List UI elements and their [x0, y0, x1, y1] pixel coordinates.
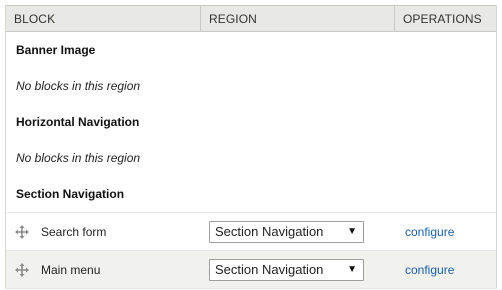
region-select-value: Section Navigation — [215, 224, 324, 239]
region-title-section-navigation: Section Navigation — [16, 187, 125, 201]
drag-handle-icon[interactable] — [15, 224, 29, 239]
region-title-horizontal-navigation: Horizontal Navigation — [16, 115, 140, 129]
region-title-banner-image: Banner Image — [16, 43, 96, 57]
caret-down-icon: ▼ — [347, 263, 357, 275]
block-name: Main menu — [41, 262, 101, 277]
table-row-search-form: Search form Section Navigation ▼ configu… — [6, 212, 496, 250]
table-row-main-menu: Main menu Section Navigation ▼ configure — [6, 250, 496, 288]
drag-handle-icon[interactable] — [15, 262, 29, 277]
operations-cell: configure — [395, 251, 496, 288]
configure-link[interactable]: configure — [405, 263, 454, 277]
block-cell: Main menu — [6, 251, 201, 288]
configure-link[interactable]: configure — [405, 225, 454, 239]
region-select[interactable]: Section Navigation ▼ — [209, 220, 364, 243]
block-name: Search form — [41, 224, 107, 239]
operations-cell: configure — [395, 213, 496, 250]
table-header: Block Region Operations — [6, 5, 496, 32]
header-block: Block — [6, 6, 201, 31]
blocks-table: Block Region Operations Banner Image No … — [5, 5, 497, 289]
header-region: Region — [201, 6, 395, 31]
region-select[interactable]: Section Navigation ▼ — [209, 258, 364, 281]
caret-down-icon: ▼ — [347, 225, 357, 237]
region-empty-horizontal-navigation: No blocks in this region — [16, 151, 141, 165]
region-select-value: Section Navigation — [215, 262, 324, 277]
region-empty-banner-image: No blocks in this region — [16, 79, 141, 93]
block-cell: Search form — [6, 213, 201, 250]
region-cell: Section Navigation ▼ — [201, 213, 395, 250]
region-cell: Section Navigation ▼ — [201, 251, 395, 288]
header-operations: Operations — [403, 11, 482, 26]
